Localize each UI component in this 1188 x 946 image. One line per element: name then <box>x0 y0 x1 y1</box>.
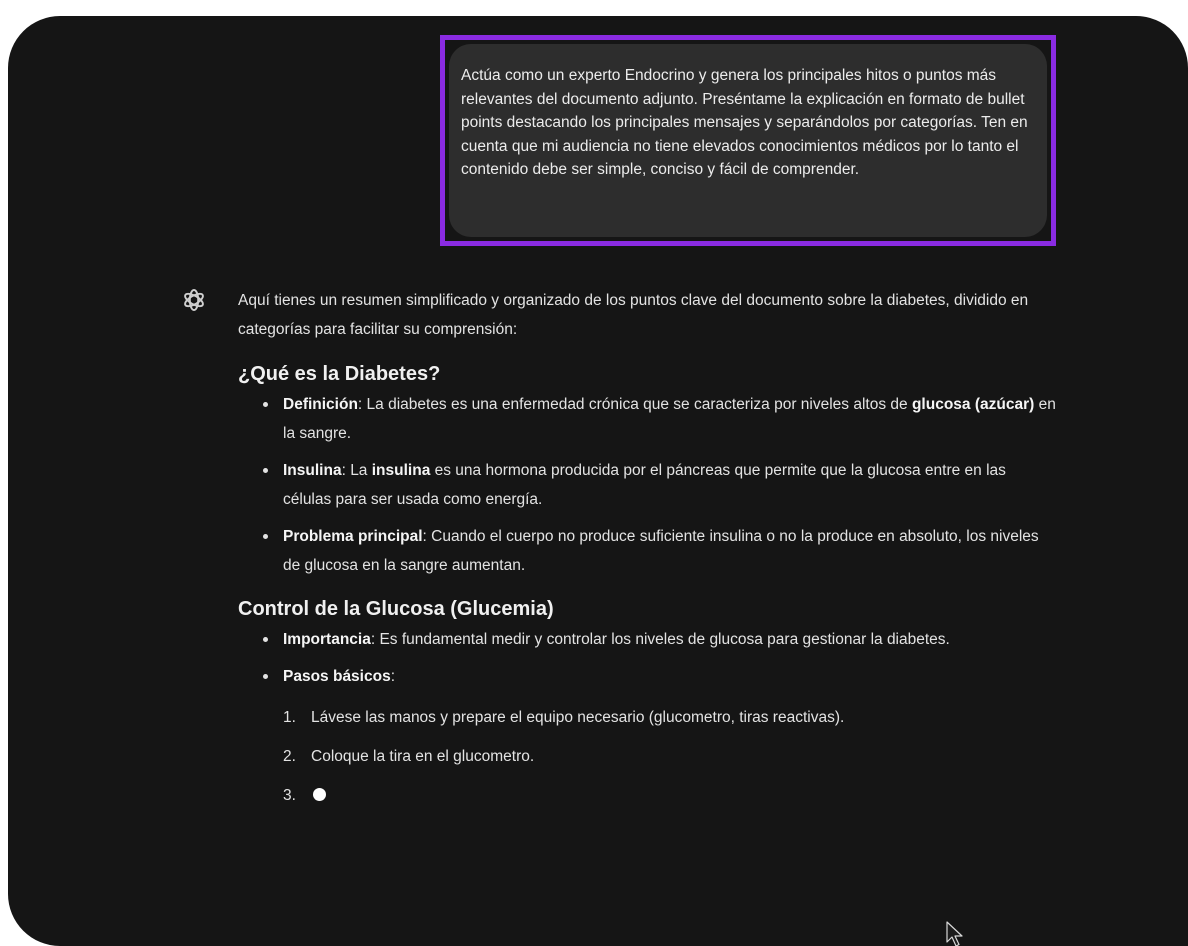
bullet-bold: insulina <box>371 462 431 479</box>
list-item: 3. <box>238 781 1058 810</box>
bullet-term: Definición <box>283 396 358 413</box>
step-number: 1. <box>283 709 296 726</box>
assistant-message: Aquí tienes un resumen simplificado y or… <box>238 286 1058 810</box>
list-item: Pasos básicos: <box>238 662 1058 691</box>
bullet-term: Insulina <box>283 462 342 479</box>
step-text: Lávese las manos y prepare el equipo nec… <box>311 709 845 726</box>
section-2-bullet-list: Importancia: Es fundamental medir y cont… <box>238 625 1058 691</box>
mouse-cursor-icon <box>946 921 963 946</box>
chatgpt-logo-icon <box>184 289 204 311</box>
list-item: Insulina: La insulina es una hormona pro… <box>238 456 1058 514</box>
list-item: Importancia: Es fundamental medir y cont… <box>238 625 1058 654</box>
bullet-term: Problema principal <box>283 528 423 545</box>
user-message-text: Actúa como un experto Endocrino y genera… <box>461 67 1028 179</box>
step-text: Coloque la tira en el glucometro. <box>311 748 535 765</box>
bullet-term: Pasos básicos <box>283 668 391 685</box>
list-item: Definición: La diabetes es una enfermeda… <box>238 390 1058 448</box>
list-item: Problema principal: Cuando el cuerpo no … <box>238 522 1058 580</box>
step-number: 2. <box>283 748 296 765</box>
bullet-text: : La diabetes es una enfermedad crónica … <box>357 396 912 413</box>
section-heading-que-es-diabetes: ¿Qué es la Diabetes? <box>238 363 441 385</box>
step-number: 3. <box>283 787 296 804</box>
streaming-indicator-icon <box>313 787 326 801</box>
bullet-text: : Es fundamental medir y controlar los n… <box>370 631 950 648</box>
chat-window: Actúa como un experto Endocrino y genera… <box>8 16 1188 946</box>
bullet-term: Importancia <box>283 631 371 648</box>
section-heading-control-glucosa: Control de la Glucosa (Glucemia) <box>238 598 554 620</box>
bullet-text: : <box>390 668 396 685</box>
bullet-bold: glucosa (azúcar) <box>911 396 1035 413</box>
bullet-text: : La <box>341 462 372 479</box>
user-message-bubble: Actúa como un experto Endocrino y genera… <box>449 44 1047 237</box>
list-item: 2. Coloque la tira en el glucometro. <box>238 742 1058 771</box>
section-1-bullet-list: Definición: La diabetes es una enfermeda… <box>238 390 1058 580</box>
list-item: 1. Lávese las manos y prepare el equipo n… <box>238 703 1058 732</box>
assistant-intro: Aquí tienes un resumen simplificado y or… <box>238 292 1029 338</box>
steps-list: 1. Lávese las manos y prepare el equipo n… <box>238 703 1058 810</box>
